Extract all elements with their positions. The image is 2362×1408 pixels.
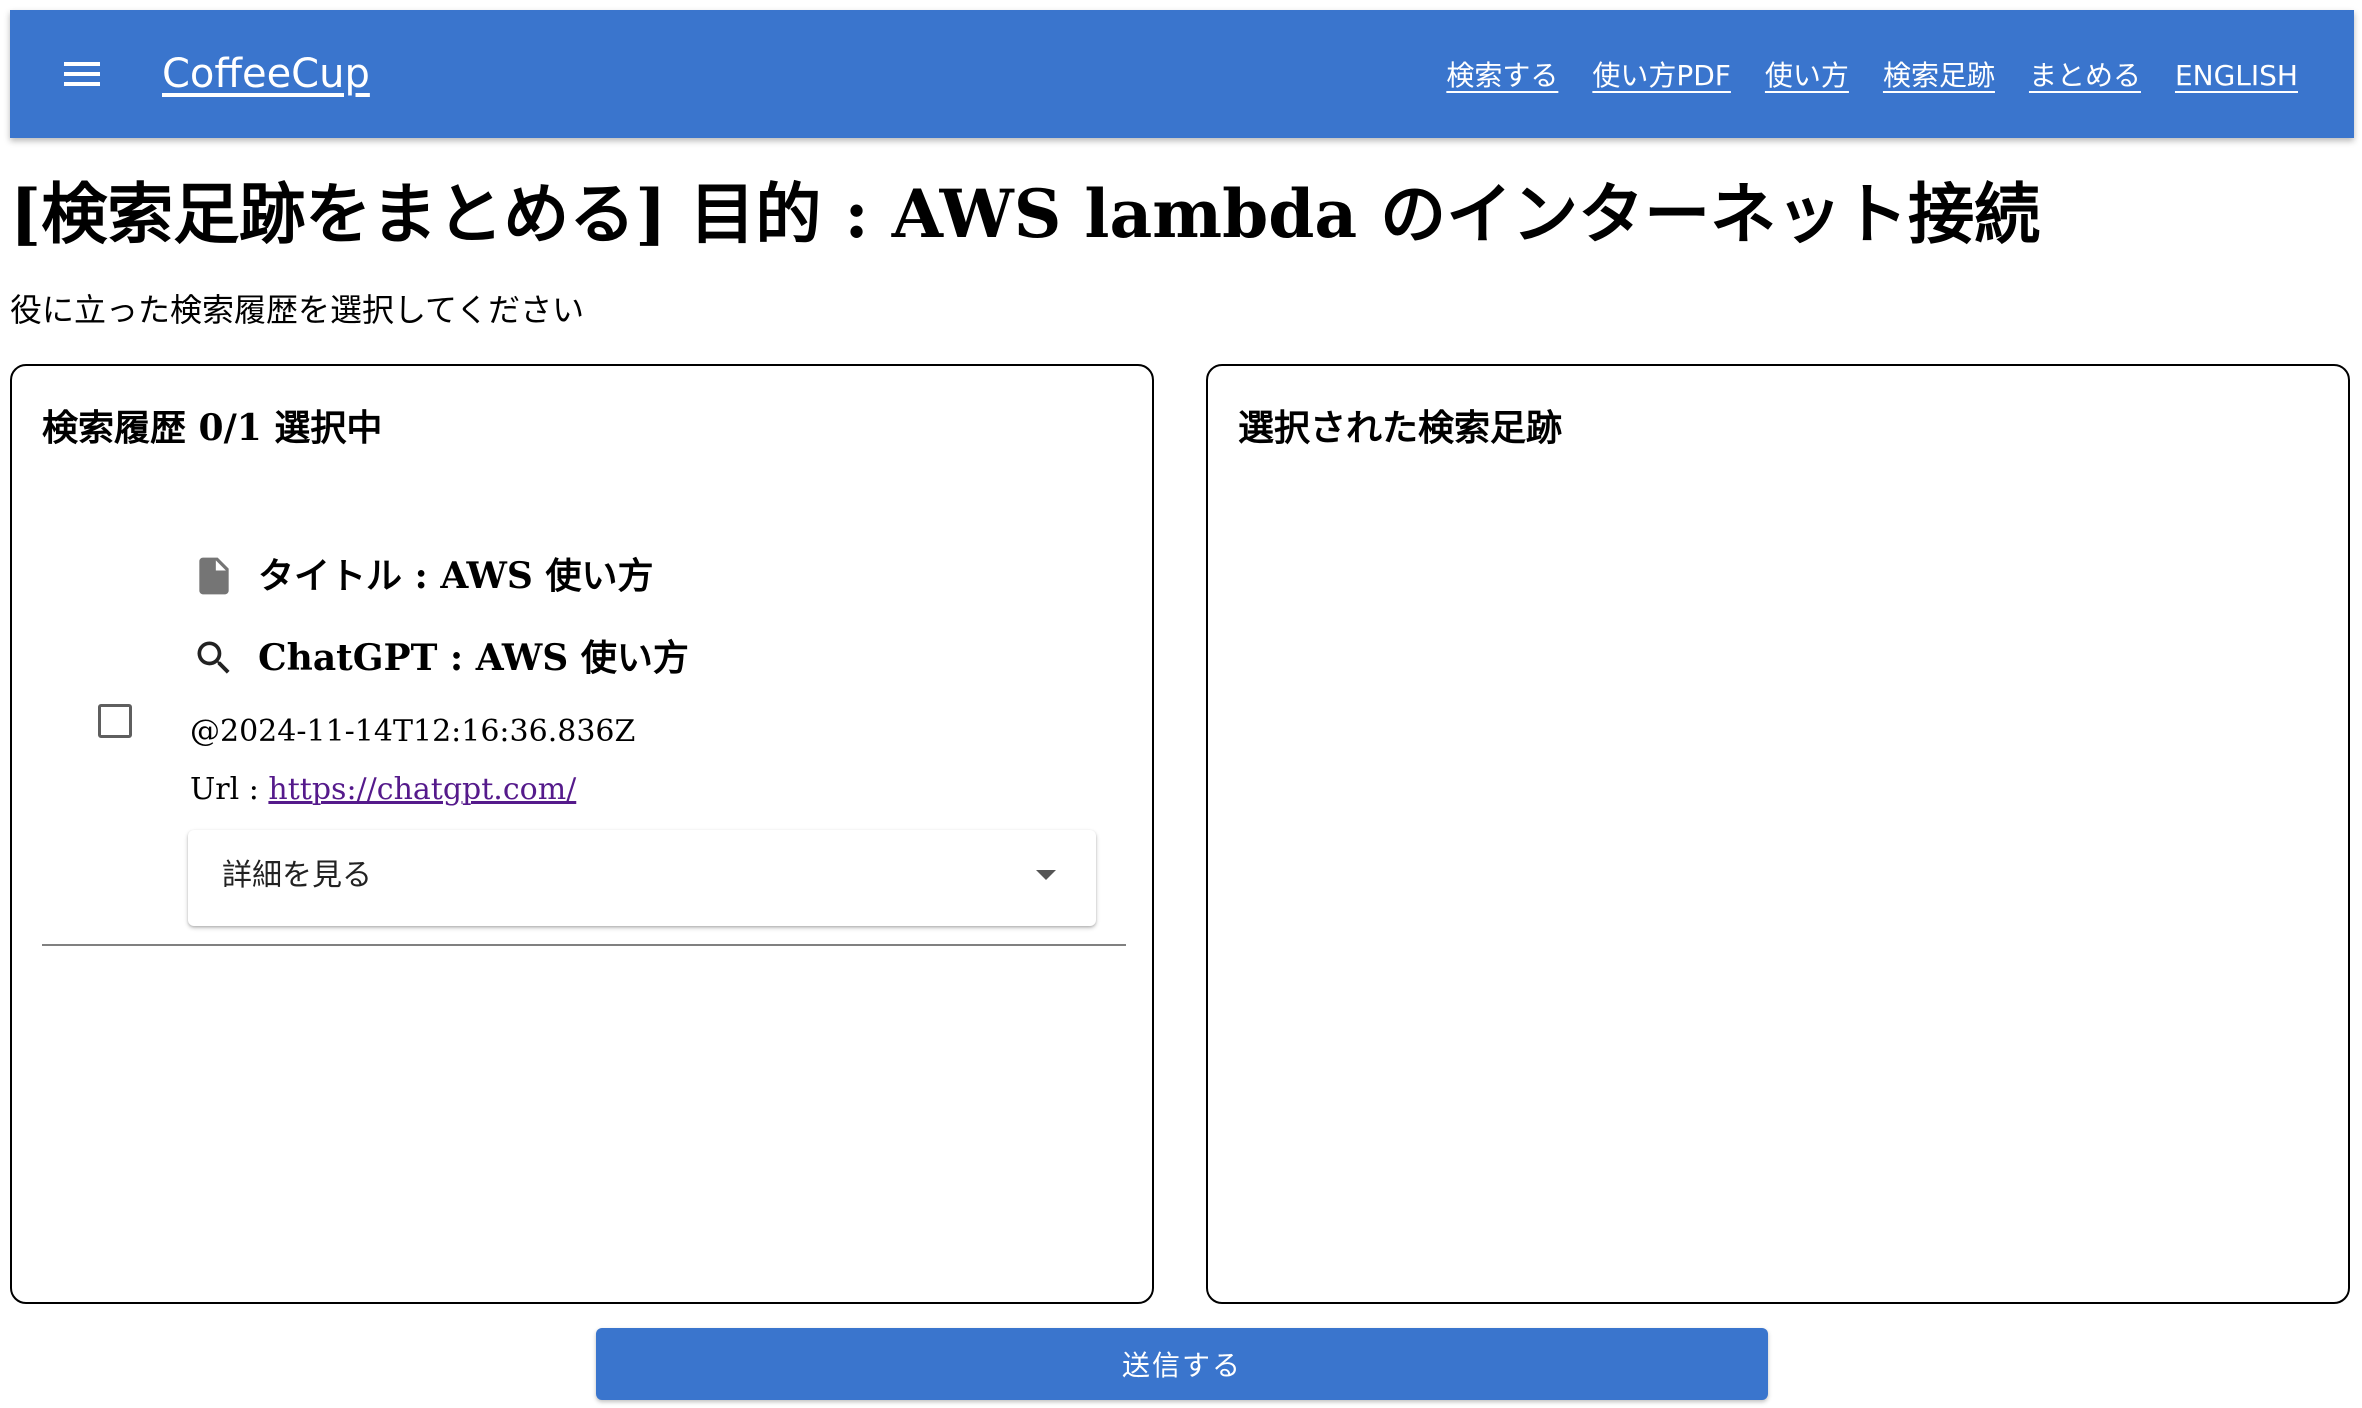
nav-link-footprints[interactable]: 検索足跡 (1883, 54, 1995, 98)
search-history-heading: 検索履歴 0/1 選択中 (42, 407, 383, 449)
details-accordion-label: 詳細を見る (222, 858, 372, 893)
app-bar: CoffeeCup 検索する 使い方PDF 使い方 検索足跡 まとめる ENGL… (10, 10, 2354, 138)
history-item-timestamp: @2024-11-14T12:16:36.836Z (190, 714, 636, 749)
list-divider (42, 944, 1126, 946)
nav-link-search[interactable]: 検索する (1446, 54, 1558, 98)
submit-button[interactable]: 送信する (596, 1328, 1768, 1400)
nav-link-summarize[interactable]: まとめる (2029, 54, 2141, 98)
search-history-panel: 検索履歴 0/1 選択中 タイトル : AWS 使い方 ChatGPT : AW… (10, 364, 1154, 1304)
page-title: [検索足跡をまとめる] 目的 : AWS lambda のインターネット接続 (10, 175, 2041, 253)
nav-link-manual-pdf[interactable]: 使い方PDF (1592, 54, 1731, 98)
url-label: Url : (190, 772, 269, 807)
history-item-query: ChatGPT : AWS 使い方 (258, 637, 689, 679)
document-icon (192, 554, 236, 598)
selected-footprints-heading: 選択された検索足跡 (1238, 407, 1563, 449)
search-icon (192, 636, 236, 680)
selected-footprints-panel: 選択された検索足跡 (1206, 364, 2350, 1304)
history-item-url-link[interactable]: https://chatgpt.com/ (268, 772, 576, 807)
nav-link-english[interactable]: ENGLISH (2175, 54, 2298, 98)
history-item-query-row: ChatGPT : AWS 使い方 (192, 632, 689, 684)
history-item-title: タイトル : AWS 使い方 (258, 555, 654, 597)
brand-link[interactable]: CoffeeCup (162, 46, 370, 102)
nav-link-how-to[interactable]: 使い方 (1765, 54, 1849, 98)
history-item-checkbox[interactable] (98, 704, 132, 738)
page-instruction: 役に立った検索履歴を選択してください (10, 291, 585, 329)
details-accordion[interactable]: 詳細を見る (188, 830, 1096, 926)
chevron-down-icon (1036, 870, 1056, 880)
history-item-title-row: タイトル : AWS 使い方 (192, 550, 653, 602)
history-item-url-line: Url : https://chatgpt.com/ (190, 768, 576, 812)
top-nav: 検索する 使い方PDF 使い方 検索足跡 まとめる ENGLISH (1446, 54, 2298, 98)
hamburger-menu-icon[interactable] (58, 50, 106, 98)
